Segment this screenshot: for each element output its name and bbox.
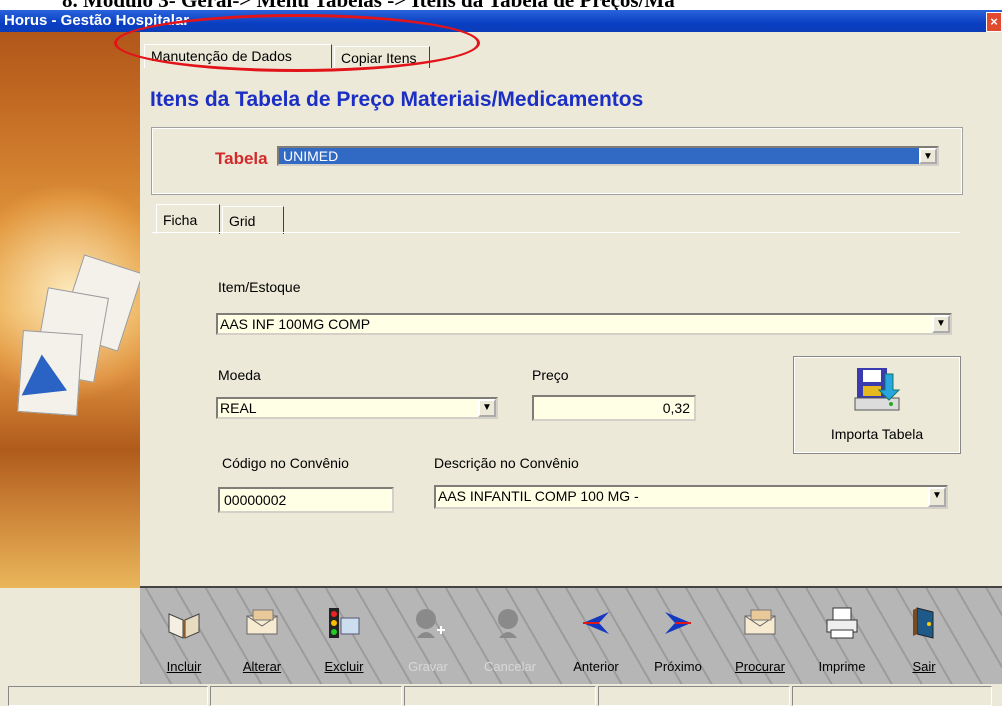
- door-icon: [913, 607, 934, 639]
- main-window: Manutenção de Dados Copiar Itens Itens d…: [0, 32, 1002, 706]
- chevron-down-icon[interactable]: ▼: [928, 487, 946, 507]
- arrow-left-icon: [583, 612, 609, 634]
- descricao-convenio-select[interactable]: AAS INFANTIL COMP 100 MG - ▼: [434, 485, 948, 509]
- excluir-label: Excluir: [324, 659, 364, 674]
- import-table-label: Importa Tabela: [830, 426, 924, 442]
- proximo-button[interactable]: Próximo: [646, 588, 710, 682]
- codigo-convenio-field[interactable]: 00000002: [218, 487, 394, 513]
- tabela-select[interactable]: UNIMED ▼: [277, 146, 939, 166]
- status-cell: [8, 686, 208, 706]
- annotation-ellipse: [114, 14, 480, 72]
- book-icon: [168, 613, 200, 639]
- tabela-group: Tabela UNIMED ▼: [151, 127, 963, 195]
- imprime-button[interactable]: Imprime: [810, 588, 874, 682]
- chevron-down-icon[interactable]: ▼: [919, 148, 937, 164]
- envelope-search-icon: [744, 609, 776, 635]
- imprime-label: Imprime: [818, 659, 866, 674]
- tabela-label: Tabela: [215, 149, 268, 168]
- descricao-convenio-value: AAS INFANTIL COMP 100 MG -: [438, 488, 639, 504]
- cancelar-button[interactable]: Cancelar: [478, 588, 542, 682]
- moeda-select[interactable]: REAL ▼: [216, 397, 498, 419]
- import-table-icon: [854, 368, 901, 411]
- chevron-down-icon[interactable]: ▼: [932, 315, 950, 333]
- chevron-down-icon[interactable]: ▼: [478, 399, 496, 417]
- incluir-label: Incluir: [166, 659, 202, 674]
- item-estoque-select[interactable]: AAS INF 100MG COMP ▼: [216, 313, 952, 335]
- anterior-label: Anterior: [573, 659, 619, 674]
- preco-field[interactable]: 0,32: [532, 395, 696, 421]
- status-cell: [404, 686, 596, 706]
- status-cell: [792, 686, 992, 706]
- moeda-value: REAL: [220, 400, 257, 416]
- cancelar-label: Cancelar: [483, 659, 537, 674]
- gravar-label: Gravar: [408, 659, 448, 674]
- tab-grid[interactable]: Grid: [222, 206, 284, 234]
- descricao-convenio-label: Descrição no Convênio: [434, 455, 579, 471]
- decorative-sidebar: [0, 32, 140, 588]
- gravar-button[interactable]: Gravar: [396, 588, 460, 682]
- procurar-label: Procurar: [735, 659, 785, 674]
- anterior-button[interactable]: Anterior: [564, 588, 628, 682]
- arrow-right-icon: [665, 612, 691, 634]
- alterar-button[interactable]: Alterar: [230, 588, 294, 682]
- page-title: Itens da Tabela de Preço Materiais/Medic…: [150, 88, 644, 111]
- codigo-convenio-label: Código no Convênio: [222, 455, 349, 471]
- item-estoque-label: Item/Estoque: [218, 279, 301, 295]
- envelope-icon: [246, 609, 278, 635]
- procurar-button[interactable]: Procurar: [728, 588, 792, 682]
- action-toolbar: Incluir Alterar Excluir Gravar Cancelar …: [140, 586, 1002, 684]
- preco-label: Preço: [532, 367, 569, 383]
- status-cell: [210, 686, 402, 706]
- sair-label: Sair: [912, 659, 936, 674]
- excluir-button[interactable]: Excluir: [312, 588, 376, 682]
- person-plus-icon: [416, 609, 445, 638]
- person-icon: [498, 609, 518, 638]
- ficha-panel: Item/Estoque AAS INF 100MG COMP ▼ Moeda …: [152, 232, 961, 585]
- moeda-label: Moeda: [218, 367, 261, 383]
- incluir-button[interactable]: Incluir: [152, 588, 216, 682]
- printer-icon: [826, 607, 858, 639]
- sair-button[interactable]: Sair: [892, 588, 956, 682]
- traffic-light-icon: [329, 608, 360, 638]
- tabela-value: UNIMED: [283, 148, 339, 164]
- tab-ficha[interactable]: Ficha: [156, 204, 220, 234]
- status-bar: [0, 684, 1002, 706]
- import-table-button[interactable]: Importa Tabela: [793, 356, 961, 454]
- status-cell: [598, 686, 790, 706]
- close-icon[interactable]: ×: [986, 12, 1002, 32]
- alterar-label: Alterar: [242, 659, 282, 674]
- proximo-label: Próximo: [654, 659, 702, 674]
- item-estoque-value: AAS INF 100MG COMP: [220, 316, 371, 332]
